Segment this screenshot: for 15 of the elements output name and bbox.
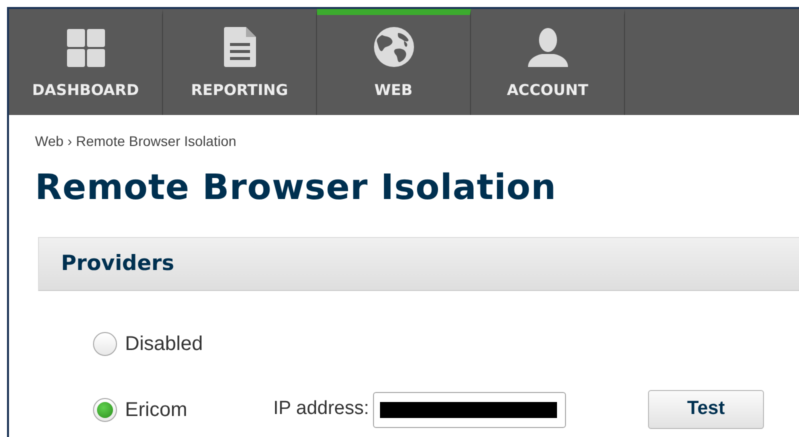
document-icon	[224, 26, 256, 66]
test-button[interactable]: Test	[648, 390, 764, 429]
radio-label[interactable]: Ericom	[125, 394, 188, 424]
radio-button[interactable]	[93, 332, 117, 356]
section-title: Providers	[61, 250, 174, 277]
page-title: Remote Browser Isolation	[35, 167, 558, 210]
field-label: IP address:	[273, 397, 369, 422]
globe-icon	[374, 26, 414, 66]
radio-label[interactable]: Disabled	[125, 328, 203, 358]
ip-address-field[interactable]	[373, 392, 566, 428]
breadcrumb: Web › Remote Browser Isolation	[35, 132, 238, 151]
grid-icon	[66, 28, 104, 66]
radio-button[interactable]	[93, 398, 117, 422]
nav-tab[interactable]: WEB	[317, 9, 471, 115]
person-icon	[528, 26, 568, 66]
